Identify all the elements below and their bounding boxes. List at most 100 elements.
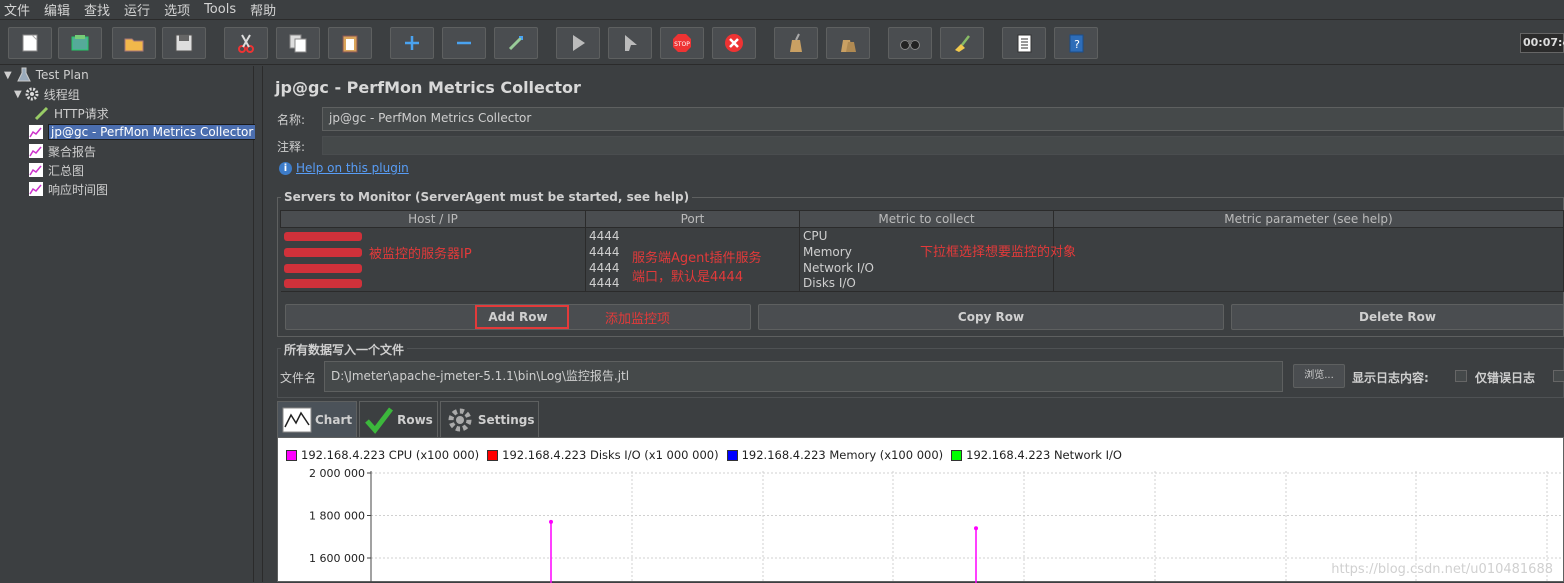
clear-all-button[interactable] — [826, 27, 870, 59]
param-cell[interactable] — [1053, 243, 1564, 260]
expand-icon — [405, 36, 419, 50]
flask-icon — [16, 67, 31, 82]
tree-item-label: 线程组 — [43, 87, 80, 102]
successes-only-checkbox[interactable] — [1553, 370, 1564, 382]
table-row[interactable]: 4444 Network I/O — [280, 259, 1564, 276]
chart-icon — [29, 125, 43, 139]
save-icon — [175, 34, 193, 52]
tree-item-perfmon[interactable]: jp@gc - PerfMon Metrics Collector — [28, 123, 257, 141]
column-metric[interactable]: Metric to collect — [799, 210, 1054, 228]
chart-area: 192.168.4.223 CPU (x100 000) 192.168.4.2… — [277, 437, 1564, 583]
servers-group-title: Servers to Monitor (ServerAgent must be … — [281, 190, 693, 204]
menu-search[interactable]: 查找 — [84, 0, 110, 19]
help-link-row: i Help on this plugin — [279, 161, 409, 175]
menu-options[interactable]: 选项 — [164, 0, 190, 19]
new-icon — [22, 34, 38, 52]
search-button[interactable] — [888, 27, 932, 59]
paste-button[interactable] — [328, 27, 372, 59]
test-plan-tree: ▼ Test Plan ▼ 线程组 HTTP请求 jp@gc - PerfMon… — [0, 66, 257, 582]
copy-button[interactable] — [276, 27, 320, 59]
start-button[interactable] — [556, 27, 600, 59]
panel-splitter[interactable] — [255, 66, 263, 582]
collapse-icon — [457, 41, 471, 45]
search-icon — [900, 40, 920, 50]
clear-icon — [790, 33, 802, 52]
annotation-server-ip: 被监控的服务器IP — [369, 247, 472, 262]
collapse-arrow-icon[interactable]: ▼ — [14, 89, 22, 100]
copy-row-button[interactable]: Copy Row — [758, 304, 1224, 330]
name-input[interactable]: jp@gc - PerfMon Metrics Collector — [322, 107, 1564, 131]
help-link[interactable]: Help on this plugin — [296, 161, 409, 175]
errors-only-label: 仅错误日志 — [1475, 371, 1536, 385]
tab-settings[interactable]: Settings — [439, 401, 540, 437]
function-helper-button[interactable] — [1002, 27, 1046, 59]
metric-cell[interactable]: Disks I/O — [799, 275, 1054, 292]
column-metric-param[interactable]: Metric parameter (see help) — [1053, 210, 1564, 228]
tree-item-label: HTTP请求 — [54, 106, 109, 121]
save-button[interactable] — [162, 27, 206, 59]
menu-edit[interactable]: 编辑 — [44, 0, 70, 19]
cut-button[interactable] — [224, 27, 268, 59]
collapse-button[interactable] — [442, 27, 486, 59]
menu-run[interactable]: 运行 — [124, 0, 150, 19]
info-icon: i — [279, 161, 292, 175]
cpu-series-point — [549, 519, 553, 524]
result-tabs: Chart Rows Settings — [277, 401, 541, 437]
tab-rows[interactable]: Rows — [359, 401, 438, 437]
y-tick-label: 1 600 000 — [309, 552, 365, 565]
function-helper-icon — [1017, 34, 1032, 53]
param-cell[interactable] — [1053, 259, 1564, 276]
tab-label: Chart — [315, 412, 353, 427]
expand-button[interactable] — [390, 27, 434, 59]
main-panel: jp@gc - PerfMon Metrics Collector 名称: jp… — [264, 66, 1564, 583]
browse-button[interactable]: 浏览... — [1293, 364, 1345, 388]
table-row[interactable]: 4444 Disks I/O — [280, 275, 1564, 292]
toggle-icon — [508, 35, 524, 51]
host-cell-redacted[interactable] — [280, 227, 586, 244]
toggle-button[interactable] — [494, 27, 538, 59]
metric-cell[interactable]: Network I/O — [799, 259, 1054, 276]
chart-icon — [29, 163, 43, 177]
host-cell-redacted[interactable] — [280, 275, 586, 292]
templates-button[interactable] — [58, 27, 102, 59]
column-host[interactable]: Host / IP — [280, 210, 586, 228]
shutdown-button[interactable] — [712, 27, 756, 59]
chart-icon — [29, 144, 43, 158]
errors-only-checkbox[interactable] — [1455, 370, 1467, 382]
comment-input[interactable] — [322, 136, 1564, 155]
tree-item-http-request[interactable]: HTTP请求 — [34, 104, 109, 122]
tab-chart[interactable]: Chart — [277, 401, 358, 437]
reset-search-button[interactable] — [940, 27, 984, 59]
tree-item-response-time-graph[interactable]: 响应时间图 — [28, 180, 108, 198]
tree-item-label: jp@gc - PerfMon Metrics Collector — [48, 124, 257, 140]
checkmark-icon — [365, 406, 394, 434]
toolbar: STOP ? 00:07:4 — [0, 21, 1564, 65]
paste-icon — [342, 35, 358, 53]
tree-item-aggregate-report[interactable]: 聚合报告 — [28, 142, 96, 160]
column-port[interactable]: Port — [585, 210, 800, 228]
tree-item-test-plan[interactable]: ▼ Test Plan — [4, 66, 89, 84]
param-cell[interactable] — [1053, 227, 1564, 244]
delete-row-button[interactable]: Delete Row — [1231, 304, 1564, 330]
pipette-icon — [34, 106, 49, 121]
file-name-input[interactable]: D:\Jmeter\apache-jmeter-5.1.1\bin\Log\监控… — [324, 361, 1283, 392]
collapse-arrow-icon[interactable]: ▼ — [4, 70, 12, 81]
tree-item-label: 汇总图 — [48, 163, 85, 178]
page-title: jp@gc - PerfMon Metrics Collector — [275, 78, 581, 97]
port-cell[interactable]: 4444 — [585, 227, 800, 244]
help-button[interactable]: ? — [1054, 27, 1098, 59]
start-no-pause-button[interactable] — [608, 27, 652, 59]
param-cell[interactable] — [1053, 275, 1564, 292]
tree-item-label: 聚合报告 — [48, 144, 97, 159]
open-button[interactable] — [112, 27, 156, 59]
clear-button[interactable] — [774, 27, 818, 59]
stop-button[interactable]: STOP — [660, 27, 704, 59]
tree-item-thread-group[interactable]: ▼ 线程组 — [14, 85, 80, 103]
menu-file[interactable]: 文件 — [4, 0, 30, 19]
new-button[interactable] — [8, 27, 52, 59]
cut-icon — [238, 34, 254, 53]
menu-help[interactable]: 帮助 — [250, 0, 276, 19]
menu-tools[interactable]: Tools — [204, 2, 236, 17]
tree-item-summary-graph[interactable]: 汇总图 — [28, 161, 84, 179]
start-icon — [573, 35, 585, 51]
